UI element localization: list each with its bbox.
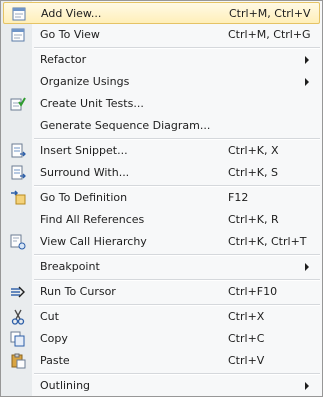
menu-item-breakpoint[interactable]: Breakpoint — [3, 256, 320, 278]
menu-item-find-all-references[interactable]: Find All References Ctrl+K, R — [3, 209, 320, 231]
menu-item-go-to-definition[interactable]: Go To Definition F12 — [3, 187, 320, 209]
menu-separator — [34, 254, 320, 256]
menu-item-organize-usings[interactable]: Organize Usings — [3, 71, 320, 93]
menu-item-generate-sequence-diagram[interactable]: Generate Sequence Diagram... — [3, 115, 320, 137]
menu-item-label: Add View... — [41, 7, 102, 20]
add-view-icon — [12, 7, 26, 21]
submenu-arrow-icon — [305, 382, 309, 390]
menu-item-shortcut: F12 — [228, 191, 249, 204]
menu-item-label: Find All References — [40, 213, 145, 226]
menu-item-create-unit-tests[interactable]: Create Unit Tests... — [3, 93, 320, 115]
run-to-cursor-icon — [11, 286, 25, 298]
menu-item-shortcut: Ctrl+M, Ctrl+G — [228, 28, 311, 41]
paste-icon — [11, 353, 26, 369]
menu-item-shortcut: Ctrl+K, S — [228, 166, 278, 179]
go-to-definition-icon — [11, 190, 26, 205]
menu-item-label: Organize Usings — [40, 75, 130, 88]
menu-item-refactor[interactable]: Refactor — [3, 49, 320, 71]
menu-item-label: Cut — [40, 310, 59, 323]
menu-item-shortcut: Ctrl+K, X — [228, 144, 279, 157]
menu-item-shortcut: Ctrl+M, Ctrl+V — [229, 7, 311, 20]
menu-item-label: Insert Snippet... — [40, 144, 128, 157]
menu-item-shortcut: Ctrl+K, R — [228, 213, 279, 226]
menu-separator — [34, 138, 320, 140]
menu-item-shortcut: Ctrl+X — [228, 310, 265, 323]
menu-item-insert-snippet[interactable]: Insert Snippet... Ctrl+K, X — [3, 140, 320, 162]
menu-item-label: Generate Sequence Diagram... — [40, 119, 211, 132]
menu-item-surround-with[interactable]: Surround With... Ctrl+K, S — [3, 162, 320, 184]
cut-icon — [11, 309, 25, 325]
submenu-arrow-icon — [305, 56, 309, 64]
menu-item-paste[interactable]: Paste Ctrl+V — [3, 350, 320, 372]
menu-item-label: Outlining — [40, 379, 91, 392]
menu-item-go-to-view[interactable]: Go To View Ctrl+M, Ctrl+G — [3, 24, 320, 46]
menu-item-run-to-cursor[interactable]: Run To Cursor Ctrl+F10 — [3, 281, 320, 303]
menu-separator — [34, 373, 320, 375]
menu-item-add-view[interactable]: Add View... Ctrl+M, Ctrl+V — [3, 2, 320, 24]
menu-item-copy[interactable]: Copy Ctrl+C — [3, 328, 320, 350]
menu-item-shortcut: Ctrl+V — [228, 354, 265, 367]
menu-item-view-call-hierarchy[interactable]: View Call Hierarchy Ctrl+K, Ctrl+T — [3, 231, 320, 253]
menu-separator — [34, 304, 320, 306]
menu-item-outlining[interactable]: Outlining — [3, 375, 320, 397]
menu-separator — [34, 47, 320, 49]
unit-test-icon — [10, 97, 26, 111]
menu-item-label: Refactor — [40, 53, 87, 66]
menu-item-label: Create Unit Tests... — [40, 97, 144, 110]
insert-snippet-icon — [11, 143, 26, 158]
menu-item-label: Copy — [40, 332, 68, 345]
menu-item-shortcut: Ctrl+K, Ctrl+T — [228, 235, 307, 248]
menu-item-label: Breakpoint — [40, 260, 100, 273]
menu-item-label: Run To Cursor — [40, 285, 116, 298]
menu-item-label: Go To View — [40, 28, 100, 41]
menu-item-cut[interactable]: Cut Ctrl+X — [3, 306, 320, 328]
menu-item-shortcut: Ctrl+C — [228, 332, 265, 345]
menu-separator — [34, 185, 320, 187]
submenu-arrow-icon — [305, 263, 309, 271]
menu-item-label: Go To Definition — [40, 191, 128, 204]
menu-item-label: Paste — [40, 354, 70, 367]
copy-icon — [10, 331, 25, 347]
surround-with-icon — [11, 165, 26, 180]
call-hierarchy-icon — [10, 234, 26, 250]
context-menu: Add View... Ctrl+M, Ctrl+V Go To View Ct… — [0, 0, 323, 397]
go-to-view-icon — [11, 28, 25, 42]
menu-separator — [34, 279, 320, 281]
submenu-arrow-icon — [305, 78, 309, 86]
menu-item-label: Surround With... — [40, 166, 130, 179]
menu-item-label: View Call Hierarchy — [40, 235, 147, 248]
menu-item-shortcut: Ctrl+F10 — [228, 285, 278, 298]
